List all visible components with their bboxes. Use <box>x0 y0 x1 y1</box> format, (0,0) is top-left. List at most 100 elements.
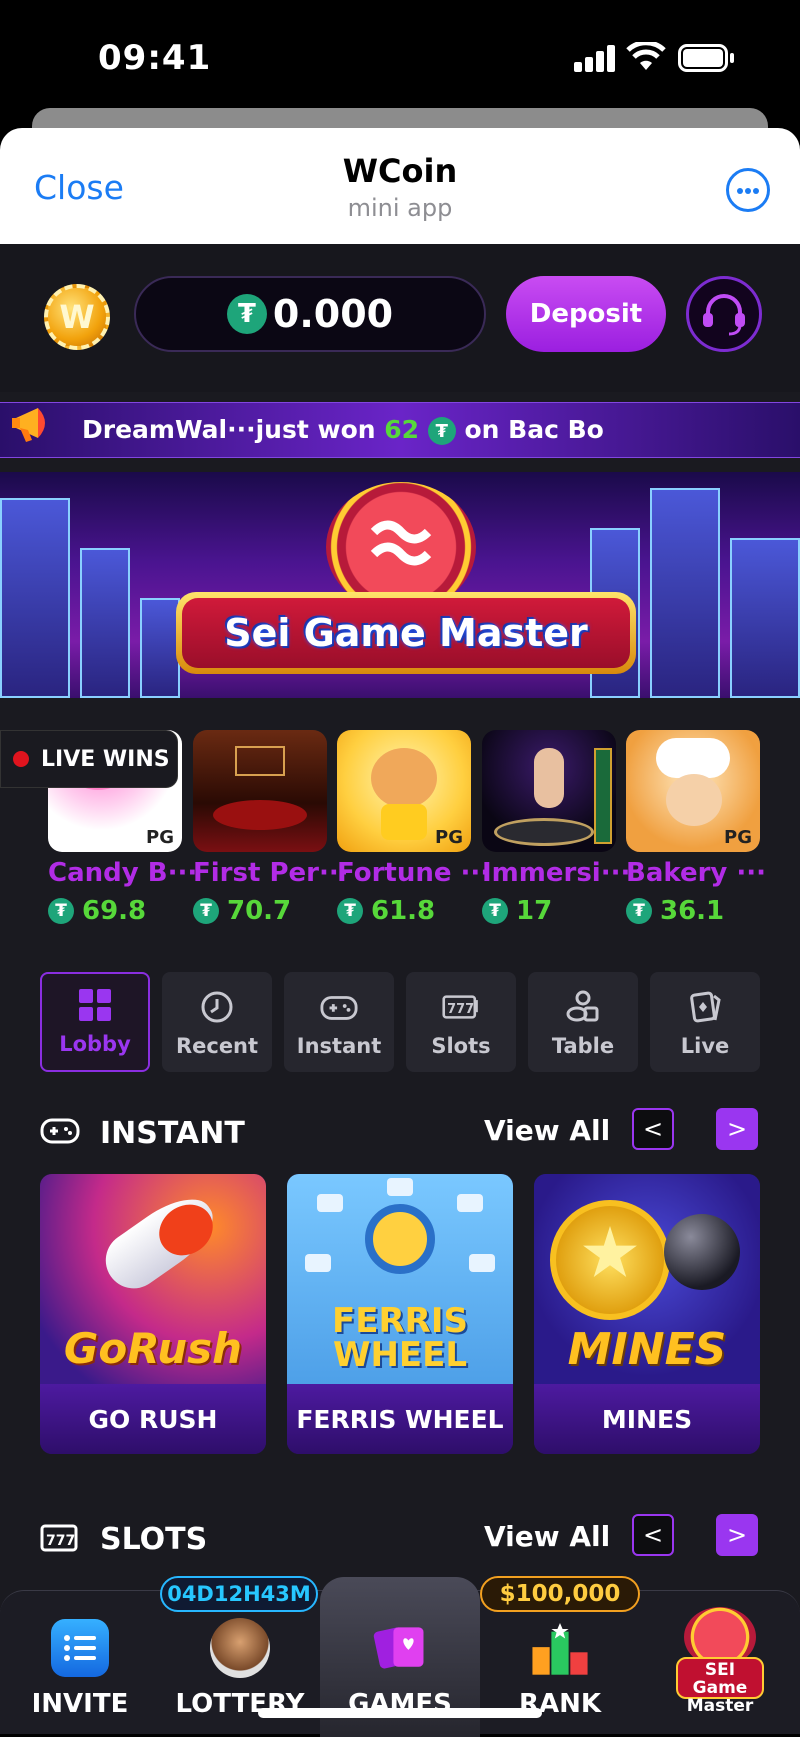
tab-lobby[interactable]: Lobby <box>40 972 150 1072</box>
tab-invite[interactable]: INVITE <box>0 1591 160 1735</box>
live-wins-label: LIVE WINS <box>0 730 178 788</box>
mini-app-header: Close WCoin mini app <box>0 128 800 244</box>
game-card-mines[interactable]: MINES MINES <box>534 1174 760 1454</box>
instant-section-header: INSTANT View All < > <box>40 1108 760 1158</box>
section-title: SLOTS <box>100 1522 208 1557</box>
game-label: FERRIS WHEEL <box>287 1384 513 1454</box>
tab-instant[interactable]: Instant <box>284 972 394 1072</box>
provider-badge: PG <box>724 827 752 848</box>
win-amount: ₮ 36.1 <box>626 896 760 926</box>
prev-button[interactable]: < <box>632 1108 674 1150</box>
win-game-name: Fortune ··· <box>337 858 491 888</box>
signal-icon <box>574 44 616 72</box>
tether-icon: ₮ <box>226 294 267 334</box>
prev-button[interactable]: < <box>632 1514 674 1556</box>
banner-title: Sei Game Master <box>224 611 588 655</box>
building-decoration <box>0 498 70 698</box>
win-amount: ₮ 70.7 <box>193 896 327 926</box>
building-decoration <box>80 548 130 698</box>
win-game-name: Candy B··· <box>48 858 198 888</box>
next-button[interactable]: > <box>716 1514 758 1556</box>
wcoin-logo-icon[interactable]: W <box>44 284 110 350</box>
game-card-ferris-wheel[interactable]: FERRIS WHEEL FERRIS WHEEL <box>287 1174 513 1454</box>
lottery-countdown-badge: 04D12H43M <box>160 1576 318 1612</box>
app-body: W ₮ 0.000 Deposit DreamWal···just won 62… <box>0 244 800 1734</box>
ticker-game: on Bac Bo <box>464 415 604 444</box>
game-art: FERRIS WHEEL <box>287 1174 513 1384</box>
clock-icon <box>198 990 236 1024</box>
win-amount-value: 36.1 <box>660 896 725 926</box>
list-icon <box>49 1617 111 1679</box>
wallet-bar: W ₮ 0.000 Deposit <box>0 244 800 392</box>
megaphone-icon <box>8 394 68 454</box>
balance-display[interactable]: ₮ 0.000 <box>134 276 486 352</box>
svg-text:777: 777 <box>46 1533 75 1549</box>
deposit-button[interactable]: Deposit <box>506 276 666 352</box>
live-win-item[interactable]: PG Fortune ··· ₮ 61.8 <box>337 730 491 926</box>
home-indicator <box>258 1708 542 1718</box>
tab-recent[interactable]: Recent <box>162 972 272 1072</box>
promo-banner[interactable]: Sei Game Master <box>0 472 800 698</box>
sei-logo-text: SEI Game Master <box>676 1657 764 1715</box>
game-thumbnail <box>193 730 327 852</box>
game-art-title: GoRush <box>63 1324 243 1373</box>
tab-live[interactable]: Live <box>650 972 760 1072</box>
lottery-avatar-icon <box>209 1617 271 1679</box>
game-art: MINES <box>534 1174 760 1384</box>
live-dot-icon <box>13 751 29 767</box>
podium-icon <box>529 1617 591 1679</box>
rank-prize-badge: $100,000 <box>480 1576 640 1612</box>
tether-icon: ₮ <box>626 898 652 924</box>
game-card-go-rush[interactable]: GoRush GO RUSH <box>40 1174 266 1454</box>
gamepad-icon <box>40 1116 80 1148</box>
cards-icon <box>686 990 724 1024</box>
game-art: GoRush <box>40 1174 266 1384</box>
app-subtitle: mini app <box>347 194 453 222</box>
headset-icon[interactable] <box>686 276 762 352</box>
tether-icon: ₮ <box>193 898 219 924</box>
tether-icon: ₮ <box>482 898 508 924</box>
provider-badge: PG <box>435 827 463 848</box>
live-win-item[interactable]: PG Bakery ··· ₮ 36.1 <box>626 730 766 926</box>
status-bar: 09:41 <box>0 0 800 110</box>
game-art-title: FERRIS WHEEL <box>332 1301 468 1375</box>
win-game-name: First Per··· <box>193 858 349 888</box>
tether-icon: ₮ <box>427 417 456 445</box>
win-amount-value: 69.8 <box>82 896 147 926</box>
game-thumbnail: PG <box>626 730 760 852</box>
win-amount-value: 17 <box>516 896 553 926</box>
win-amount-value: 70.7 <box>227 896 292 926</box>
ticker-text: DreamWal···just won 62 ₮ on Bac Bo <box>82 415 604 445</box>
tab-label: Recent <box>175 1034 259 1058</box>
next-button[interactable]: > <box>716 1108 758 1150</box>
balance-value: 0.000 <box>272 292 394 336</box>
live-win-item[interactable]: First Per··· ₮ 70.7 <box>193 730 349 926</box>
more-options-icon[interactable] <box>726 168 770 212</box>
building-decoration <box>140 598 180 698</box>
view-all-link[interactable]: View All <box>484 1114 610 1147</box>
game-label: MINES <box>534 1384 760 1454</box>
game-art-title: MINES <box>567 1324 727 1375</box>
tether-icon: ₮ <box>337 898 363 924</box>
chevron-left-icon: < <box>642 1521 664 1549</box>
ticker-user: DreamWal···just won <box>82 415 376 444</box>
game-thumbnail: PG <box>337 730 471 852</box>
chevron-right-icon: > <box>726 1521 748 1549</box>
tab-label: Lobby <box>59 1032 131 1056</box>
ticker-amount: 62 <box>384 415 420 444</box>
tab-slots[interactable]: 777 Slots <box>406 972 516 1072</box>
win-amount-value: 61.8 <box>371 896 436 926</box>
live-win-item[interactable]: Immersi··· ₮ 17 <box>482 730 631 926</box>
slots-section-header: 777 SLOTS View All < > <box>40 1514 760 1564</box>
svg-text:777: 777 <box>447 1002 474 1017</box>
tab-sei-game-master[interactable]: SEI Game Master <box>640 1591 800 1735</box>
win-game-name: Immersi··· <box>482 858 631 888</box>
chevron-right-icon: > <box>726 1115 748 1143</box>
tether-icon: ₮ <box>48 898 74 924</box>
view-all-link[interactable]: View All <box>484 1520 610 1553</box>
games-cards-icon <box>369 1617 431 1679</box>
provider-badge: PG <box>146 827 174 848</box>
tab-label: Live <box>680 1034 730 1058</box>
tab-table[interactable]: Table <box>528 972 638 1072</box>
live-wins-text: LIVE WINS <box>41 746 170 772</box>
